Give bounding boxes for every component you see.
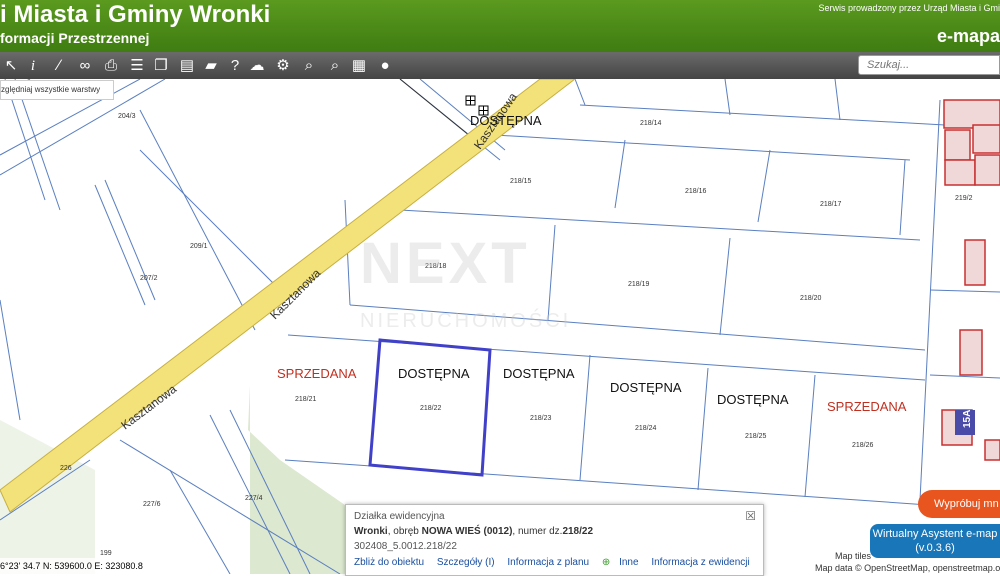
plan-info-link[interactable]: Informacja z planu	[507, 557, 589, 568]
zoom-icon[interactable]: ⌕	[298, 55, 320, 77]
map-tiles-attribution: Map tiles	[835, 551, 872, 561]
toolbar: ↖ i ∕ ∞ ⎙ ☰ ❐ ▤ ▰ ? ☁ ⚙ ⌕ ⌕ ▦ ●	[0, 52, 1000, 79]
building-number: 15A	[962, 410, 973, 428]
svg-text:226: 226	[60, 465, 72, 472]
svg-text:218/14: 218/14	[640, 120, 662, 127]
parcel-code: 302408_5.0012.218/22	[354, 541, 457, 552]
pointer-icon[interactable]: ↖	[0, 55, 22, 77]
settings-icon[interactable]: ⚙	[272, 55, 294, 77]
close-icon[interactable]: ☒	[745, 509, 756, 523]
parcel-status-label: DOSTĘPNA	[610, 380, 682, 395]
svg-text:218/24: 218/24	[635, 425, 657, 432]
print-icon[interactable]: ⎙	[100, 55, 122, 77]
parcel-status-label: DOSTĘPNA	[717, 392, 789, 407]
app-header: i Miasta i Gminy Wronki formacji Przestr…	[0, 0, 1000, 52]
svg-text:227/4: 227/4	[245, 495, 263, 502]
precinct-name: NOWA WIEŚ (0012)	[421, 526, 513, 537]
try-button[interactable]: Wypróbuj mn	[918, 490, 1000, 518]
svg-text:218/21: 218/21	[295, 396, 317, 403]
svg-text:218/15: 218/15	[510, 178, 532, 185]
parcel-description: Wronki, obręb NOWA WIEŚ (0012), numer dz…	[354, 526, 594, 537]
svg-text:218/20: 218/20	[800, 295, 822, 302]
parcel-status-label: SPRZEDANA	[827, 399, 907, 414]
watermark-sub: NIERUCHOMOŚCI	[360, 310, 572, 332]
app-subtitle: formacji Przestrzennej	[0, 30, 150, 46]
parcel-status-label: DOSTĘPNA	[470, 113, 542, 128]
app-title: i Miasta i Gminy Wronki	[0, 1, 271, 28]
brand-logo: e-mapa	[936, 26, 1000, 46]
details-link[interactable]: Szczegóły (I)	[437, 557, 495, 568]
svg-text:218/26: 218/26	[852, 442, 874, 449]
coordinates-readout: 6°23' 34.7 N: 539600.0 E: 323080.8	[0, 558, 160, 574]
svg-text:207/2: 207/2	[140, 275, 158, 282]
info-icon[interactable]: i	[22, 55, 44, 77]
search-icon[interactable]: ⌕	[324, 55, 346, 77]
layout-icon[interactable]: ▤	[176, 55, 198, 77]
svg-text:218/22: 218/22	[420, 405, 442, 412]
registry-info-link[interactable]: Informacja z ewidencji	[651, 557, 749, 568]
link-icon[interactable]: ∞	[74, 55, 96, 77]
map-data-attribution[interactable]: Map data © OpenStreetMap, openstreetmap.…	[815, 563, 1000, 573]
town-name: Wronki	[354, 526, 388, 537]
svg-text:204/3: 204/3	[118, 113, 136, 120]
parcel-status-label: DOSTĘPNA	[398, 366, 470, 381]
parcel-number: 218/22	[562, 526, 594, 537]
help-icon[interactable]: ?	[224, 55, 246, 77]
layers-note[interactable]: zględniaj wszystkie warstwy	[0, 80, 114, 100]
parcel-status-label: DOSTĘPNA	[503, 366, 575, 381]
layers-icon[interactable]: ▰	[200, 55, 222, 77]
search-input[interactable]	[858, 55, 1000, 75]
service-note: Serwis prowadzony przez Urząd Miasta i G…	[818, 3, 1000, 13]
export-icon[interactable]: ☰	[126, 55, 148, 77]
chat-icon[interactable]: ●	[374, 55, 396, 77]
svg-text:218/16: 218/16	[685, 188, 707, 195]
svg-text:218/17: 218/17	[820, 201, 842, 208]
svg-text:218/23: 218/23	[530, 415, 552, 422]
copy-icon[interactable]: ❐	[150, 55, 172, 77]
panel-links: Zbliż do obiektu Szczegóły (I) Informacj…	[354, 557, 760, 568]
svg-text:218/19: 218/19	[628, 281, 650, 288]
parcel-status-label: SPRZEDANA	[277, 366, 357, 381]
svg-text:218/25: 218/25	[745, 433, 767, 440]
plus-icon[interactable]: ⊕	[602, 557, 610, 568]
panel-heading: Działka ewidencyjna	[354, 511, 445, 522]
svg-text:209/1: 209/1	[190, 243, 208, 250]
watermark: NEXT	[360, 231, 531, 296]
measure-icon[interactable]: ∕	[48, 55, 70, 77]
zoom-to-object-link[interactable]: Zbliż do obiektu	[354, 557, 424, 568]
legend-icon[interactable]: ▦	[348, 55, 370, 77]
parcel-info-panel: Działka ewidencyjna ☒ Wronki, obręb NOWA…	[345, 504, 764, 576]
other-link[interactable]: Inne	[619, 557, 638, 568]
svg-text:219/2: 219/2	[955, 195, 973, 202]
svg-text:227/6: 227/6	[143, 501, 161, 508]
virtual-assistant-button[interactable]: Wirtualny Asystent e-map (v.0.3.6)	[870, 524, 1000, 558]
cloud-icon[interactable]: ☁	[246, 55, 268, 77]
svg-text:199: 199	[100, 550, 112, 557]
